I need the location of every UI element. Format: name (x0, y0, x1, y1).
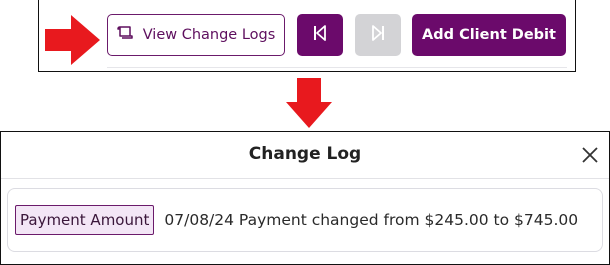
first-record-button[interactable] (297, 14, 343, 56)
close-icon[interactable] (579, 144, 601, 166)
add-client-debit-label: Add Client Debit (422, 27, 556, 43)
toolbar: View Change Logs Add Client Debit (38, 0, 576, 72)
skip-forward-icon (370, 24, 386, 46)
dialog-title: Change Log (248, 144, 362, 164)
change-log-dialog: Change Log Payment Amount 07/08/24 Payme… (0, 131, 610, 265)
add-client-debit-button[interactable]: Add Client Debit (412, 14, 566, 56)
skip-back-icon (312, 24, 328, 46)
next-record-button[interactable] (355, 14, 401, 56)
log-entry-text: 07/08/24 Payment changed from $245.00 to… (164, 211, 579, 229)
view-change-logs-label: View Change Logs (142, 27, 276, 43)
arrow-right-icon (45, 15, 100, 65)
log-entry: Payment Amount 07/08/24 Payment changed … (7, 188, 603, 252)
field-badge: Payment Amount (15, 205, 155, 235)
arrow-down-icon (286, 78, 332, 128)
view-change-logs-button[interactable]: View Change Logs (107, 14, 285, 56)
scroll-icon (116, 25, 135, 45)
toolbar-divider (107, 67, 567, 68)
dialog-divider (1, 178, 609, 179)
